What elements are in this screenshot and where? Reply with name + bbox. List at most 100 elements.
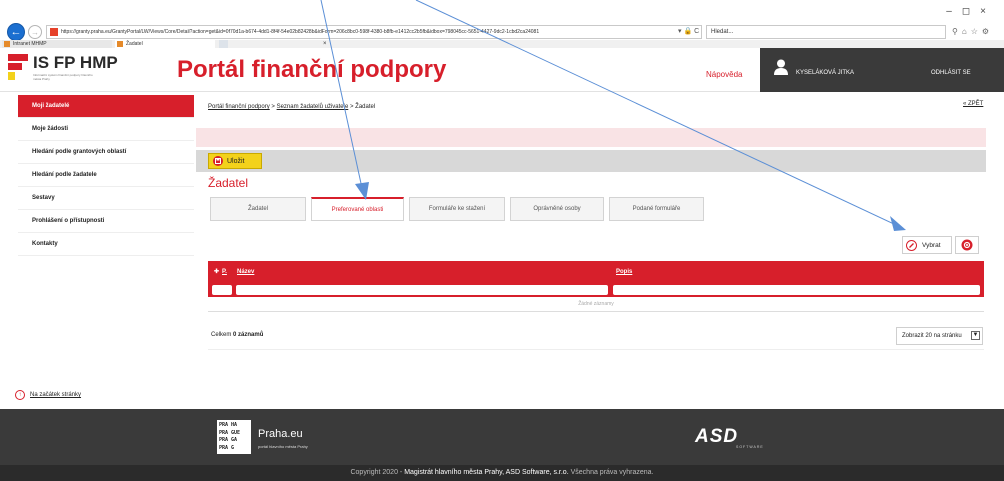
- tab-formulare-ke-stazeni[interactable]: Formuláře ke stažení: [409, 197, 505, 221]
- user-icon: [774, 59, 788, 75]
- empty-row: Žádné záznamy: [208, 297, 984, 312]
- browser-back-button[interactable]: ←: [7, 23, 25, 41]
- breadcrumb-separator: >: [349, 104, 354, 110]
- help-link[interactable]: Nápověda: [706, 70, 742, 79]
- window-controls[interactable]: –◻×: [946, 6, 996, 17]
- tab-zadatel[interactable]: Žadatel: [210, 197, 306, 221]
- copyright-suffix: Všechna práva vyhrazena.: [570, 469, 654, 476]
- toolbar: Uložit: [196, 150, 986, 172]
- user-name[interactable]: KYSELÁKOVÁ JITKA: [796, 70, 854, 76]
- address-bar[interactable]: https://granty.praha.eu/GrantyPortal/LW/…: [46, 25, 702, 39]
- tab-favicon-icon: [4, 41, 10, 47]
- tab-podane-formulare[interactable]: Podané formuláře: [609, 197, 704, 221]
- column-header-poradi[interactable]: P.: [222, 261, 227, 283]
- page-size-select[interactable]: Zobrazit 20 na stránku ▼: [896, 327, 983, 345]
- url-text: https://granty.praha.eu/GrantyPortal/LW/…: [61, 29, 540, 35]
- browser-tab-intranet[interactable]: Intranet MHMP: [2, 40, 112, 48]
- breadcrumb-current: Žadatel: [355, 104, 376, 110]
- copyright-owner[interactable]: Magistrát hlavního města Prahy, ASD Soft…: [404, 469, 568, 476]
- sidebar-item-moje-zadosti[interactable]: Moje žádosti: [18, 118, 194, 141]
- praha-name[interactable]: Praha.eu: [258, 428, 303, 440]
- table-footer: Celkem 0 záznamů Zobrazit 20 na stránku …: [208, 324, 984, 350]
- praha-logo-line: PRA GA: [219, 437, 238, 443]
- browser-search-input[interactable]: Hledat...: [706, 25, 946, 39]
- total-count: Celkem 0 záznamů: [211, 332, 263, 338]
- filter-input-popis[interactable]: [613, 285, 980, 295]
- address-tools[interactable]: ▾ 🔒 C: [678, 27, 699, 35]
- user-bar: KYSELÁKOVÁ JITKA ODHLÁSIT SE: [760, 48, 1004, 92]
- praha-subtitle: portál hlavního města Prahy: [258, 444, 308, 449]
- maximize-icon[interactable]: ◻: [962, 6, 980, 17]
- arrow-right-icon: →: [31, 27, 39, 37]
- table-header: ✚ P. Název Popis: [208, 261, 984, 283]
- tab-opravnene-osoby[interactable]: Oprávněné osoby: [510, 197, 604, 221]
- logo-title: IS FP HMP: [33, 53, 118, 72]
- gear-icon[interactable]: ⚙: [982, 27, 993, 36]
- tab-close-icon[interactable]: ×: [323, 40, 327, 48]
- tab-favicon-icon: [117, 41, 123, 47]
- data-table: ✚ P. Název Popis Žádné záznamy: [208, 261, 984, 312]
- sidebar-item-kontakty[interactable]: Kontakty: [18, 233, 194, 256]
- sidebar: Moji žadatelé Moje žádosti Hledání podle…: [18, 95, 194, 256]
- table-settings-button[interactable]: [955, 236, 979, 254]
- arrow-left-icon: ←: [10, 26, 22, 38]
- total-suffix: záznamů: [238, 332, 264, 338]
- back-to-top-label: Na začátek stránky: [30, 392, 82, 398]
- close-icon[interactable]: ×: [980, 6, 996, 17]
- sidebar-item-hledani-oblasti[interactable]: Hledání podle grantových oblastí: [18, 141, 194, 164]
- message-band: [196, 128, 986, 147]
- pencil-icon: [906, 239, 917, 251]
- filter-input-poradi[interactable]: [212, 285, 232, 295]
- minimize-icon[interactable]: –: [946, 6, 962, 17]
- sidebar-item-sestavy[interactable]: Sestavy: [18, 187, 194, 210]
- footer: PRA HA PRA GUE PRA GA PRA G Praha.eu por…: [0, 409, 1004, 481]
- browser-tab-zadatel[interactable]: Žadatel ×: [115, 40, 327, 48]
- page-size-value: Zobrazit 20 na stránku: [902, 333, 962, 339]
- select-button[interactable]: Vybrat: [902, 236, 952, 254]
- sidebar-item-hledani-zadatele[interactable]: Hledání podle žadatele: [18, 164, 194, 187]
- page-title: Žadatel: [208, 176, 249, 190]
- asd-subtitle: SOFTWARE: [736, 445, 764, 449]
- total-number: 0: [233, 332, 237, 338]
- save-button[interactable]: Uložit: [208, 153, 262, 169]
- new-tab-button[interactable]: [219, 40, 228, 48]
- chevron-down-icon: ▼: [971, 331, 980, 340]
- gear-icon: [961, 239, 973, 251]
- filter-row: [208, 283, 984, 297]
- tab-label: Žadatel: [126, 41, 143, 47]
- search-icon[interactable]: ⚲: [952, 27, 962, 36]
- browser-tools[interactable]: ⚲⌂☆⚙: [952, 27, 993, 36]
- browser-tab-strip: Intranet MHMP Žadatel ×: [0, 40, 1004, 48]
- site-favicon-icon: [50, 28, 58, 36]
- logo-subtitle: Informační systém finanční podpory hlavn…: [33, 73, 93, 81]
- browser-forward-button[interactable]: →: [28, 25, 42, 39]
- tab-label: Intranet MHMP: [13, 41, 47, 47]
- arrow-up-icon: ↑: [15, 390, 25, 400]
- praha-logo-line: PRA GUE: [219, 429, 241, 436]
- asd-logo[interactable]: ASD: [695, 426, 738, 448]
- home-icon[interactable]: ⌂: [962, 27, 971, 36]
- browser-toolbar: ← → https://granty.praha.eu/GrantyPortal…: [0, 0, 1004, 48]
- breadcrumb-portal[interactable]: Portál finanční podpory: [208, 104, 270, 110]
- tab-preferovane-oblasti[interactable]: Preferované oblasti: [311, 197, 404, 221]
- breadcrumb: Portál finanční podpory > Seznam žadatel…: [208, 104, 375, 110]
- star-icon[interactable]: ☆: [971, 27, 982, 36]
- logout-link[interactable]: ODHLÁSIT SE: [931, 70, 971, 76]
- save-icon: [213, 156, 223, 166]
- praha-logo[interactable]: PRA HA PRA GUE PRA GA PRA G: [217, 420, 251, 454]
- sort-icon[interactable]: ✚: [214, 261, 219, 283]
- sidebar-item-moji-zadatele[interactable]: Moji žadatelé: [18, 95, 194, 118]
- column-header-nazev[interactable]: Název: [237, 261, 254, 283]
- breadcrumb-seznam[interactable]: Seznam žadatelů uživatele: [277, 104, 349, 110]
- praha-logo-line: PRA HA: [219, 422, 238, 428]
- back-link[interactable]: « ZPĚT: [963, 101, 983, 107]
- copyright: Copyright 2020 - Magistrát hlavního měst…: [0, 465, 1004, 481]
- breadcrumb-separator: >: [271, 104, 275, 110]
- portal-title: Portál finanční podpory: [177, 56, 447, 83]
- sidebar-item-prohlaseni[interactable]: Prohlášení o přístupnosti: [18, 210, 194, 233]
- logo-icon: [8, 54, 28, 80]
- column-header-popis[interactable]: Popis: [616, 261, 632, 283]
- back-to-top-link[interactable]: ↑ Na začátek stránky: [15, 390, 81, 400]
- filter-input-nazev[interactable]: [236, 285, 608, 295]
- annotation-arrowhead-2: [890, 216, 906, 231]
